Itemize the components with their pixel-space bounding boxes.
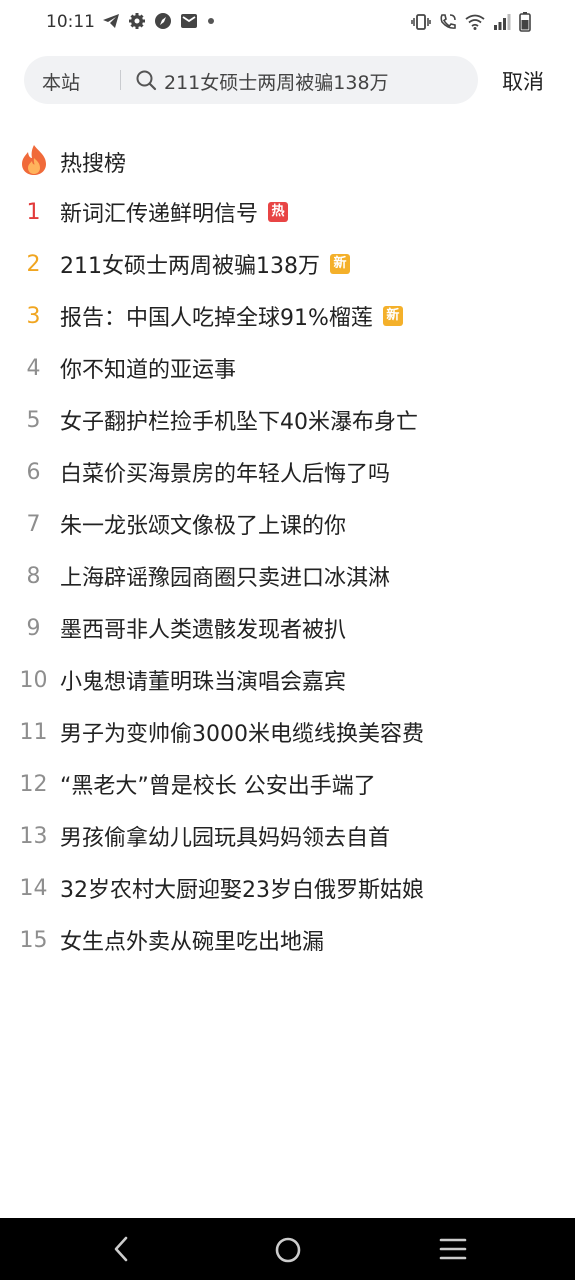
hot-list-title: 热搜榜	[60, 152, 127, 177]
list-item-text: 报告：中国人吃掉全球91%榴莲	[60, 306, 373, 331]
list-item-text: 新词汇传递鲜明信号	[60, 202, 259, 227]
home-icon[interactable]	[274, 1236, 302, 1268]
status-left-icons	[102, 12, 216, 30]
list-item[interactable]: 12 “黑老大”曾是校长 公安出手端了	[0, 758, 575, 810]
rank-number: 12	[19, 771, 48, 797]
list-item[interactable]: 13 男孩偷拿幼儿园玩具妈妈领去自首	[0, 810, 575, 862]
rank-number: 13	[19, 823, 48, 849]
list-item-title[interactable]: 小鬼想请董明珠当演唱会嘉宾	[60, 664, 346, 696]
list-item[interactable]: 11 男子为变帅偷3000米电缆线换美容费	[0, 706, 575, 758]
rank-number: 14	[19, 875, 48, 901]
telegram-icon	[102, 12, 120, 30]
rank-number: 10	[19, 667, 48, 693]
list-item-title[interactable]: 朱一龙张颂文像极了上课的你	[60, 508, 346, 540]
list-item[interactable]: 6 白菜价买海景房的年轻人后悔了吗	[0, 446, 575, 498]
search-input[interactable]: 211女硕士两周被骗138万	[164, 68, 389, 95]
rank-number: 3	[26, 303, 41, 329]
rank-number: 7	[26, 511, 41, 537]
search-divider	[120, 70, 121, 90]
recents-icon[interactable]	[439, 1236, 467, 1266]
list-item-title[interactable]: 32岁农村大厨迎娶23岁白俄罗斯姑娘	[60, 872, 424, 904]
new-badge: 新	[329, 254, 350, 274]
search-scope-selector[interactable]: 本站	[42, 68, 80, 95]
cancel-button[interactable]: 取消	[502, 66, 544, 96]
list-item[interactable]: 14 32岁农村大厨迎娶23岁白俄罗斯姑娘	[0, 862, 575, 914]
battery-icon	[519, 12, 531, 32]
hot-list: 1 新词汇传递鲜明信号热 2 211女硕士两周被骗138万新 3 报告：中国人吃…	[0, 186, 575, 966]
compass-icon	[154, 12, 172, 30]
rank-number: 1	[26, 199, 41, 225]
list-item[interactable]: 1 新词汇传递鲜明信号热	[0, 186, 575, 238]
new-badge: 新	[382, 306, 403, 326]
gear-icon	[128, 12, 146, 30]
list-item[interactable]: 5 女子翻护栏捡手机坠下40米瀑布身亡	[0, 394, 575, 446]
mail-icon	[180, 12, 198, 30]
dot-icon	[206, 12, 216, 30]
hot-badge: 热	[268, 202, 289, 222]
status-bar: 10:11	[0, 0, 575, 48]
list-item[interactable]: 10 小鬼想请董明珠当演唱会嘉宾	[0, 654, 575, 706]
list-item-title[interactable]: 你不知道的亚运事	[60, 352, 236, 384]
list-item-title[interactable]: 211女硕士两周被骗138万新	[60, 248, 350, 280]
rank-number: 5	[26, 407, 41, 433]
wifi-call-icon	[439, 13, 457, 31]
list-item[interactable]: 2 211女硕士两周被骗138万新	[0, 238, 575, 290]
list-item[interactable]: 15 女生点外卖从碗里吃出地漏	[0, 914, 575, 966]
status-right-icons	[411, 12, 531, 32]
rank-number: 4	[26, 355, 41, 381]
vibrate-icon	[411, 13, 431, 31]
back-icon[interactable]	[110, 1236, 134, 1266]
search-icon	[135, 69, 157, 95]
list-item-title[interactable]: 上海辟谣豫园商圈只卖进口冰淇淋	[60, 560, 390, 592]
list-item-title[interactable]: 白菜价买海景房的年轻人后悔了吗	[60, 456, 390, 488]
status-time: 10:11	[46, 12, 95, 32]
list-item-text: 211女硕士两周被骗138万	[60, 254, 320, 279]
list-item[interactable]: 7 朱一龙张颂文像极了上课的你	[0, 498, 575, 550]
navigation-bar	[0, 1218, 575, 1280]
list-item[interactable]: 3 报告：中国人吃掉全球91%榴莲新	[0, 290, 575, 342]
list-item[interactable]: 9 墨西哥非人类遗骸发现者被扒	[0, 602, 575, 654]
rank-number: 9	[26, 615, 41, 641]
search-box[interactable]: 本站 211女硕士两周被骗138万	[24, 56, 478, 104]
rank-number: 8	[26, 563, 41, 589]
flame-icon	[20, 144, 48, 180]
rank-number: 6	[26, 459, 41, 485]
list-item-title[interactable]: 男子为变帅偷3000米电缆线换美容费	[60, 716, 424, 748]
list-item[interactable]: 4 你不知道的亚运事	[0, 342, 575, 394]
list-item[interactable]: 8 上海辟谣豫园商圈只卖进口冰淇淋	[0, 550, 575, 602]
wifi-icon	[465, 13, 485, 31]
list-item-title[interactable]: 新词汇传递鲜明信号热	[60, 196, 289, 228]
list-item-title[interactable]: 女子翻护栏捡手机坠下40米瀑布身亡	[60, 404, 418, 436]
rank-number: 2	[26, 251, 41, 277]
list-item-title[interactable]: 女生点外卖从碗里吃出地漏	[60, 924, 324, 956]
hot-list-header: 热搜榜	[20, 144, 126, 180]
rank-number: 11	[19, 719, 48, 745]
signal-icon	[493, 13, 511, 31]
list-item-title[interactable]: 墨西哥非人类遗骸发现者被扒	[60, 612, 346, 644]
list-item-title[interactable]: 报告：中国人吃掉全球91%榴莲新	[60, 300, 403, 332]
rank-number: 15	[19, 927, 48, 953]
list-item-title[interactable]: “黑老大”曾是校长 公安出手端了	[60, 768, 376, 800]
list-item-title[interactable]: 男孩偷拿幼儿园玩具妈妈领去自首	[60, 820, 390, 852]
